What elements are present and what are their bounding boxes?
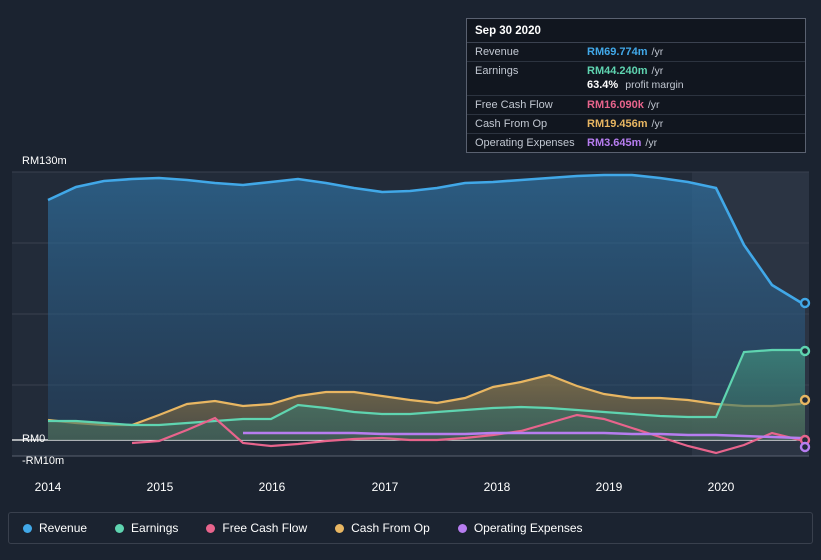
legend-item-cash-from-op[interactable]: Cash From Op <box>335 521 430 535</box>
legend-dot-operating-expenses <box>457 523 467 533</box>
tooltip-value-revenue: RM69.774m <box>587 46 648 58</box>
x-axis-tick-2020: 2020 <box>707 480 735 494</box>
endpoint-operating-expenses <box>799 441 811 453</box>
x-axis-tick-2015: 2015 <box>146 480 174 494</box>
tooltip-label-profit-margin: profit margin <box>625 79 684 91</box>
financials-chart: RM130m RM0 -RM10m 2014 2015 2016 2017 20… <box>0 0 821 560</box>
endpoint-earnings <box>799 345 811 357</box>
y-axis-label-min: -RM10m <box>22 455 65 467</box>
legend-dot-free-cash-flow <box>206 523 216 533</box>
tooltip-value-free-cash-flow: RM16.090k <box>587 99 644 111</box>
tooltip-unit-cash-from-op: /yr <box>651 118 664 130</box>
legend-label-cash-from-op: Cash From Op <box>351 521 430 535</box>
legend-dot-cash-from-op <box>335 523 345 533</box>
x-axis-tick-2019: 2019 <box>595 480 623 494</box>
legend-label-revenue: Revenue <box>39 521 88 535</box>
tooltip-row-revenue: Revenue RM69.774m /yr <box>467 43 805 62</box>
chart-legend: Revenue Earnings Free Cash Flow Cash Fro… <box>8 512 813 544</box>
tooltip-row-cash-from-op: Cash From Op RM19.456m /yr <box>467 115 805 134</box>
tooltip-unit-revenue: /yr <box>651 46 664 58</box>
legend-label-operating-expenses: Operating Expenses <box>473 521 583 535</box>
x-axis-tick-2016: 2016 <box>258 480 286 494</box>
y-axis-label-zero: RM0 <box>22 433 46 445</box>
data-tooltip: Sep 30 2020 Revenue RM69.774m /yr Earnin… <box>466 18 806 153</box>
tooltip-row-earnings: Earnings RM44.240m /yr <box>467 62 805 78</box>
legend-dot-revenue <box>23 523 32 533</box>
endpoint-cash-from-op <box>799 394 811 406</box>
legend-dot-earnings <box>115 523 125 533</box>
tooltip-row-operating-expenses: Operating Expenses RM3.645m /yr <box>467 134 805 152</box>
tooltip-date: Sep 30 2020 <box>467 19 805 43</box>
legend-item-revenue[interactable]: Revenue <box>23 521 87 535</box>
tooltip-unit-operating-expenses: /yr <box>645 137 658 149</box>
tooltip-label-revenue: Revenue <box>475 46 520 58</box>
legend-label-free-cash-flow: Free Cash Flow <box>222 521 308 535</box>
tooltip-label-free-cash-flow: Free Cash Flow <box>475 99 553 111</box>
legend-item-operating-expenses[interactable]: Operating Expenses <box>457 521 583 535</box>
endpoint-revenue <box>799 297 811 309</box>
tooltip-label-operating-expenses: Operating Expenses <box>475 137 575 149</box>
legend-label-earnings: Earnings <box>131 521 179 535</box>
x-axis-tick-2018: 2018 <box>483 480 511 494</box>
tooltip-label-cash-from-op: Cash From Op <box>475 118 548 130</box>
x-axis-tick-2014: 2014 <box>34 480 62 494</box>
legend-item-earnings[interactable]: Earnings <box>115 521 178 535</box>
tooltip-value-profit-margin: 63.4% <box>587 79 619 91</box>
tooltip-row-profit-margin: 63.4% profit margin <box>467 78 805 96</box>
tooltip-unit-free-cash-flow: /yr <box>647 99 660 111</box>
x-axis-tick-2017: 2017 <box>371 480 399 494</box>
tooltip-value-operating-expenses: RM3.645m <box>587 137 642 149</box>
legend-item-free-cash-flow[interactable]: Free Cash Flow <box>206 521 307 535</box>
tooltip-label-earnings: Earnings <box>475 65 519 77</box>
tooltip-unit-earnings: /yr <box>651 65 664 77</box>
tooltip-row-free-cash-flow: Free Cash Flow RM16.090k /yr <box>467 96 805 115</box>
tooltip-value-earnings: RM44.240m <box>587 65 648 77</box>
y-axis-label-max: RM130m <box>22 155 67 167</box>
tooltip-value-cash-from-op: RM19.456m <box>587 118 648 130</box>
